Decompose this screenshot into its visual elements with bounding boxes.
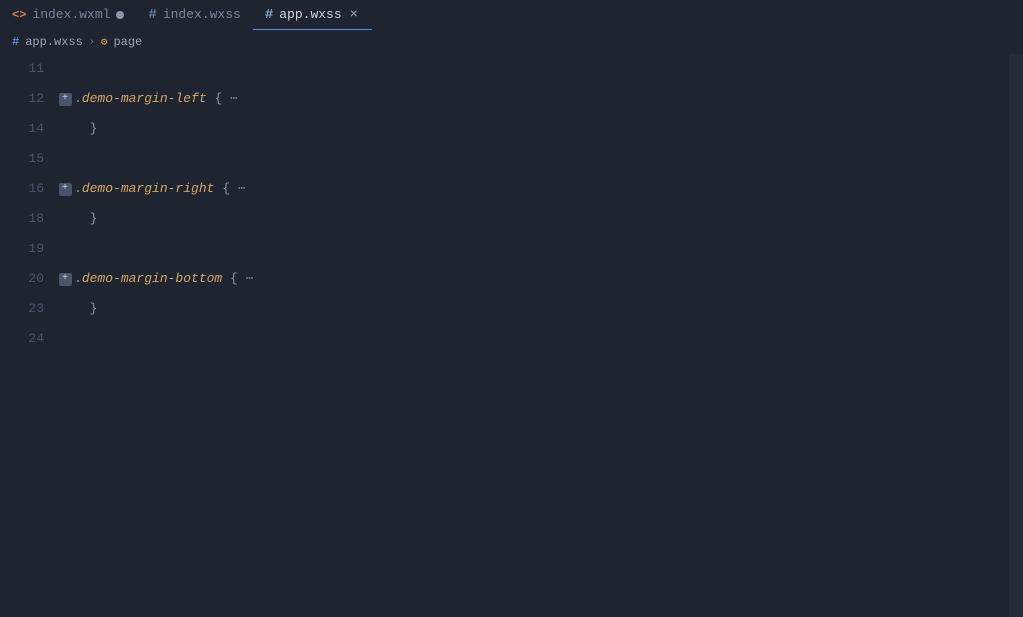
code-line[interactable]: 23 } xyxy=(0,294,1023,324)
code-text[interactable] xyxy=(74,54,1023,84)
vertical-scrollbar[interactable] xyxy=(1009,54,1023,617)
close-icon[interactable]: × xyxy=(348,7,360,23)
code-text[interactable]: .demo-margin-left { ⋯ xyxy=(74,84,1023,114)
fold-gutter xyxy=(56,54,74,84)
line-number: 11 xyxy=(0,54,56,84)
symbol-icon: ⚙ xyxy=(101,35,108,49)
fold-gutter xyxy=(56,114,74,144)
fold-gutter: + xyxy=(56,264,74,294)
tab-label: index.wxss xyxy=(163,7,241,22)
line-number: 20 xyxy=(0,264,56,294)
fold-gutter xyxy=(56,234,74,264)
fold-gutter: + xyxy=(56,174,74,204)
line-number: 12 xyxy=(0,84,56,114)
fold-gutter: + xyxy=(56,84,74,114)
line-number: 24 xyxy=(0,324,56,354)
breadcrumb-symbol[interactable]: page xyxy=(113,35,142,49)
line-number: 15 xyxy=(0,144,56,174)
code-line[interactable]: 11 xyxy=(0,54,1023,84)
dirty-indicator-icon xyxy=(116,11,124,19)
code-text[interactable] xyxy=(74,144,1023,174)
chevron-right-icon: › xyxy=(89,37,95,48)
tabs-bar: <> index.wxml # index.wxss # app.wxss × xyxy=(0,0,1023,30)
code-icon: <> xyxy=(12,8,26,22)
hash-icon: # xyxy=(265,7,273,23)
line-number: 23 xyxy=(0,294,56,324)
fold-gutter xyxy=(56,204,74,234)
code-text[interactable]: .demo-margin-right { ⋯ xyxy=(74,174,1023,204)
line-number: 18 xyxy=(0,204,56,234)
tab-index-wxml[interactable]: <> index.wxml xyxy=(0,0,136,30)
editor-area[interactable]: 1112+.demo-margin-left { ⋯14 }1516+.demo… xyxy=(0,54,1023,617)
line-number: 16 xyxy=(0,174,56,204)
code-text[interactable]: } xyxy=(74,294,1023,324)
tab-label: index.wxml xyxy=(32,7,110,22)
fold-gutter xyxy=(56,144,74,174)
code-line[interactable]: 24 xyxy=(0,324,1023,354)
code-line[interactable]: 14 } xyxy=(0,114,1023,144)
code-line[interactable]: 20+.demo-margin-bottom { ⋯ xyxy=(0,264,1023,294)
code-text[interactable]: } xyxy=(74,204,1023,234)
code-line[interactable]: 16+.demo-margin-right { ⋯ xyxy=(0,174,1023,204)
expand-fold-icon[interactable]: + xyxy=(59,93,72,106)
code-line[interactable]: 18 } xyxy=(0,204,1023,234)
tab-label: app.wxss xyxy=(279,7,341,22)
breadcrumb: # app.wxss › ⚙ page xyxy=(0,30,1023,54)
code-text[interactable] xyxy=(74,324,1023,354)
code-line[interactable]: 12+.demo-margin-left { ⋯ xyxy=(0,84,1023,114)
code-text[interactable] xyxy=(74,234,1023,264)
code-line[interactable]: 19 xyxy=(0,234,1023,264)
line-number: 14 xyxy=(0,114,56,144)
code-text[interactable]: } xyxy=(74,114,1023,144)
breadcrumb-file[interactable]: app.wxss xyxy=(25,35,83,49)
tab-index-wxss[interactable]: # index.wxss xyxy=(136,0,252,30)
fold-gutter xyxy=(56,324,74,354)
line-number: 19 xyxy=(0,234,56,264)
code-text[interactable]: .demo-margin-bottom { ⋯ xyxy=(74,264,1023,294)
tab-app-wxss[interactable]: # app.wxss × xyxy=(253,0,372,30)
fold-gutter xyxy=(56,294,74,324)
expand-fold-icon[interactable]: + xyxy=(59,273,72,286)
hash-icon: # xyxy=(148,7,156,23)
code-line[interactable]: 15 xyxy=(0,144,1023,174)
hash-icon: # xyxy=(12,35,19,49)
expand-fold-icon[interactable]: + xyxy=(59,183,72,196)
